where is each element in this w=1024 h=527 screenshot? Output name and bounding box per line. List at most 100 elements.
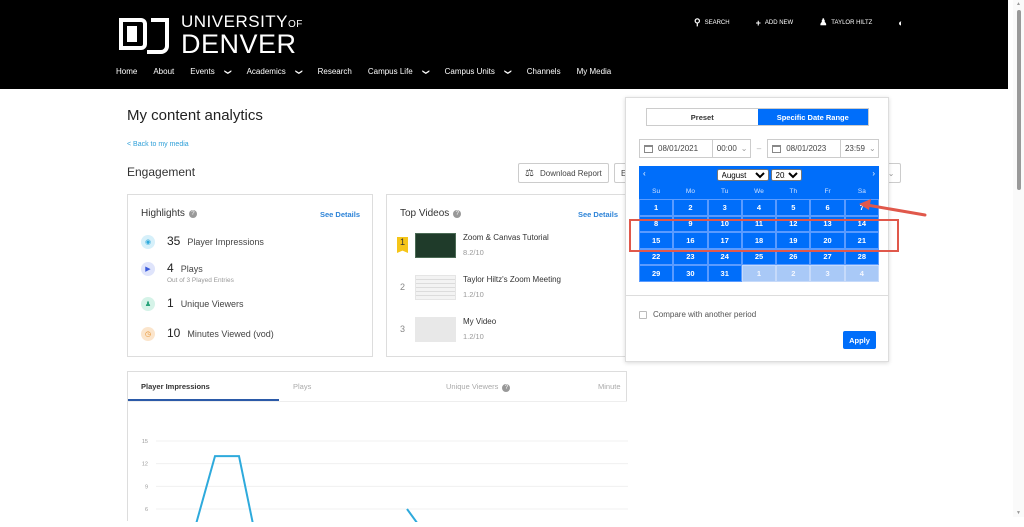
compare-checkbox[interactable]: Compare with another period [639, 310, 756, 319]
add-new-link[interactable]: + ADD NEW [756, 18, 794, 28]
scrollbar-thumb[interactable] [1017, 10, 1021, 190]
video-title[interactable]: Zoom & Canvas Tutorial [463, 233, 549, 242]
nav-item-campus-units[interactable]: Campus Units ❯ [445, 67, 511, 76]
tab-plays[interactable]: Plays [293, 382, 311, 391]
university-logo[interactable]: UNIVERSITYOF DENVER [117, 13, 303, 58]
calendar-day[interactable]: 29 [639, 265, 674, 282]
video-title[interactable]: Taylor Hiltz's Zoom Meeting [463, 275, 561, 284]
chart-svg: 15 12 9 6 [142, 439, 628, 525]
start-time-select[interactable]: 00:00 ⌄ [712, 139, 751, 158]
nav-item-home[interactable]: Home [116, 67, 137, 76]
calendar-day[interactable]: 12 [776, 215, 811, 232]
series-line-player-impressions [195, 455, 254, 525]
calendar-day-next-month[interactable]: 1 [741, 265, 777, 282]
scroll-up-icon[interactable]: ▲ [1016, 1, 1021, 7]
top-video-item[interactable]: 2 Taylor Hiltz's Zoom Meeting 1.2/10 [397, 275, 561, 300]
y-tick-label: 12 [142, 462, 148, 468]
chevron-down-icon[interactable]: ❯ [295, 69, 303, 75]
apply-button[interactable]: Apply [843, 331, 876, 349]
calendar-day[interactable]: 22 [639, 248, 674, 265]
preset-mode-button[interactable]: Preset [647, 109, 758, 125]
nav-item-campus-life[interactable]: Campus Life ❯ [368, 67, 429, 76]
nav-item-research[interactable]: Research [318, 67, 352, 76]
download-report-label: Download Report [539, 168, 602, 178]
calendar-day-next-month[interactable]: 3 [810, 265, 845, 282]
year-select[interactable]: 2021 [770, 169, 802, 181]
calendar-day-next-month[interactable]: 4 [844, 265, 879, 282]
help-icon[interactable]: ? [453, 209, 462, 218]
calendar-day[interactable]: 5 [776, 199, 811, 216]
calendar-day[interactable]: 15 [639, 232, 674, 249]
highlight-label: Player Impressions [187, 237, 264, 247]
tab-player-impressions[interactable]: Player Impressions [141, 382, 210, 391]
section-title: Engagement [127, 165, 196, 179]
tab-unique-viewers[interactable]: Unique Viewers? [446, 382, 511, 392]
specific-range-mode-button[interactable]: Specific Date Range [757, 109, 868, 125]
search-link[interactable]: ⚲ SEARCH [694, 17, 730, 28]
nav-item-label: Academics [246, 67, 286, 76]
calendar-day-next-month[interactable]: 2 [776, 265, 811, 282]
calendar-day[interactable]: 11 [741, 215, 777, 232]
calendar-day[interactable]: 1 [639, 199, 674, 216]
end-date-input[interactable]: 08/01/2023 [767, 139, 841, 158]
calendar-day[interactable]: 28 [844, 248, 879, 265]
help-icon[interactable]: ? [188, 209, 197, 218]
calendar-day[interactable]: 30 [673, 265, 708, 282]
calendar-day[interactable]: 23 [673, 248, 708, 265]
tab-minutes[interactable]: Minute [598, 382, 621, 391]
video-thumbnail[interactable] [415, 233, 456, 258]
calendar-day[interactable]: 26 [776, 248, 811, 265]
calendar-day[interactable]: 6 [810, 199, 845, 216]
calendar-day[interactable]: 21 [844, 232, 879, 249]
calendar-day[interactable]: 24 [707, 248, 742, 265]
calendar-day[interactable]: 27 [810, 248, 845, 265]
calendar-day[interactable]: 20 [810, 232, 845, 249]
calendar-day[interactable]: 9 [673, 215, 708, 232]
prev-month-icon[interactable]: ‹ [643, 169, 646, 178]
nav-item-events[interactable]: Events ❯ [190, 67, 230, 76]
contrast-toggle[interactable]: ◐ [898, 18, 907, 28]
calendar-day[interactable]: 16 [673, 232, 708, 249]
top-videos-see-details[interactable]: See Details [578, 210, 618, 219]
highlight-value: 1 [167, 296, 174, 310]
video-thumbnail[interactable] [415, 275, 456, 300]
video-title[interactable]: My Video [463, 317, 496, 326]
calendar-day[interactable]: 19 [776, 232, 811, 249]
month-select[interactable]: August [716, 169, 769, 181]
nav-item-about[interactable]: About [153, 67, 174, 76]
user-icon: ♟ [819, 17, 828, 27]
calendar-day[interactable]: 13 [810, 215, 845, 232]
calendar-day[interactable]: 10 [707, 215, 742, 232]
weekday-label: Th [789, 188, 798, 195]
main-nav: Home About Events ❯ Academics ❯ Research Campus… [116, 67, 627, 76]
video-thumbnail[interactable] [415, 317, 456, 342]
scroll-down-icon[interactable]: ▼ [1016, 510, 1021, 516]
nav-item-channels[interactable]: Channels [527, 67, 561, 76]
download-report-button[interactable]: ⚖ Download Report [518, 163, 609, 183]
back-to-media-link[interactable]: < Back to my media [127, 141, 189, 148]
series-line-player-impressions [406, 508, 419, 525]
top-video-item[interactable]: 1 Zoom & Canvas Tutorial 8.2/10 [397, 233, 549, 258]
calendar-day[interactable]: 18 [741, 232, 777, 249]
calendar-day[interactable]: 8 [639, 215, 674, 232]
nav-item-academics[interactable]: Academics ❯ [247, 67, 302, 76]
top-video-item[interactable]: 3 My Video 1.2/10 [397, 317, 496, 342]
chevron-down-icon[interactable]: ❯ [422, 69, 430, 75]
calendar-day[interactable]: 4 [741, 199, 777, 216]
calendar-day[interactable]: 31 [707, 265, 742, 282]
next-month-icon[interactable]: › [872, 169, 875, 178]
checkbox-icon [639, 310, 647, 319]
end-time-select[interactable]: 23:59 ⌄ [840, 139, 879, 158]
calendar-day[interactable]: 2 [673, 199, 708, 216]
chevron-down-icon[interactable]: ❯ [504, 69, 512, 75]
highlights-see-details[interactable]: See Details [320, 210, 360, 219]
page-scrollbar[interactable]: ▲ ▼ [1013, 0, 1024, 517]
chevron-down-icon[interactable]: ❯ [224, 69, 232, 75]
user-menu[interactable]: ♟ TAYLOR HILTZ [819, 17, 872, 28]
y-tick-label: 6 [145, 507, 148, 513]
calendar-day[interactable]: 25 [741, 248, 777, 265]
calendar-day[interactable]: 17 [707, 232, 742, 249]
calendar-day[interactable]: 3 [707, 199, 742, 216]
start-date-input[interactable]: 08/01/2021 [639, 139, 713, 158]
nav-item-my-media[interactable]: My Media [577, 67, 612, 76]
